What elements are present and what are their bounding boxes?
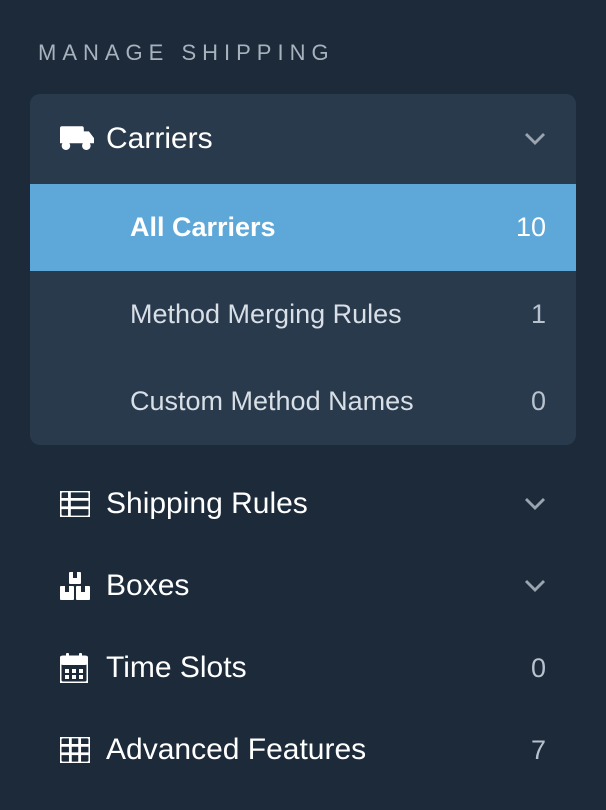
- carriers-group: Carriers All Carriers 10 Method Merging …: [30, 94, 576, 445]
- chevron-down-icon: [518, 497, 546, 511]
- nav-all-carriers-count: 10: [516, 212, 546, 243]
- nav-advanced-features-count: 7: [516, 735, 546, 766]
- nav-advanced-features[interactable]: Advanced Features 7: [30, 709, 576, 791]
- nav-all-carriers[interactable]: All Carriers 10: [30, 184, 576, 271]
- nav-boxes-label: Boxes: [106, 569, 518, 603]
- nav-shipping-rules[interactable]: Shipping Rules: [30, 463, 576, 545]
- nav-time-slots-count: 0: [516, 653, 546, 684]
- nav-carriers-label: Carriers: [106, 122, 518, 156]
- nav-custom-method-count: 0: [516, 386, 546, 417]
- truck-icon: [60, 126, 106, 152]
- chevron-down-icon: [518, 132, 546, 146]
- nav-method-merging[interactable]: Method Merging Rules 1: [30, 271, 576, 358]
- nav-boxes[interactable]: Boxes: [30, 545, 576, 627]
- calendar-icon: [60, 653, 106, 683]
- boxes-icon: [60, 572, 106, 600]
- nav-custom-method-label: Custom Method Names: [130, 386, 516, 417]
- menu-list: Shipping Rules Boxes: [30, 463, 576, 791]
- nav-time-slots[interactable]: Time Slots 0: [30, 627, 576, 709]
- list-icon: [60, 491, 106, 517]
- chevron-down-icon: [518, 579, 546, 593]
- nav-method-merging-label: Method Merging Rules: [130, 299, 516, 330]
- nav-method-merging-count: 1: [516, 299, 546, 330]
- section-title: MANAGE SHIPPING: [30, 40, 576, 66]
- nav-advanced-features-label: Advanced Features: [106, 733, 516, 767]
- nav-all-carriers-label: All Carriers: [130, 212, 516, 243]
- nav-custom-method-names[interactable]: Custom Method Names 0: [30, 358, 576, 445]
- nav-time-slots-label: Time Slots: [106, 651, 516, 685]
- grid-icon: [60, 737, 106, 763]
- nav-carriers[interactable]: Carriers: [30, 94, 576, 184]
- nav-shipping-rules-label: Shipping Rules: [106, 487, 518, 521]
